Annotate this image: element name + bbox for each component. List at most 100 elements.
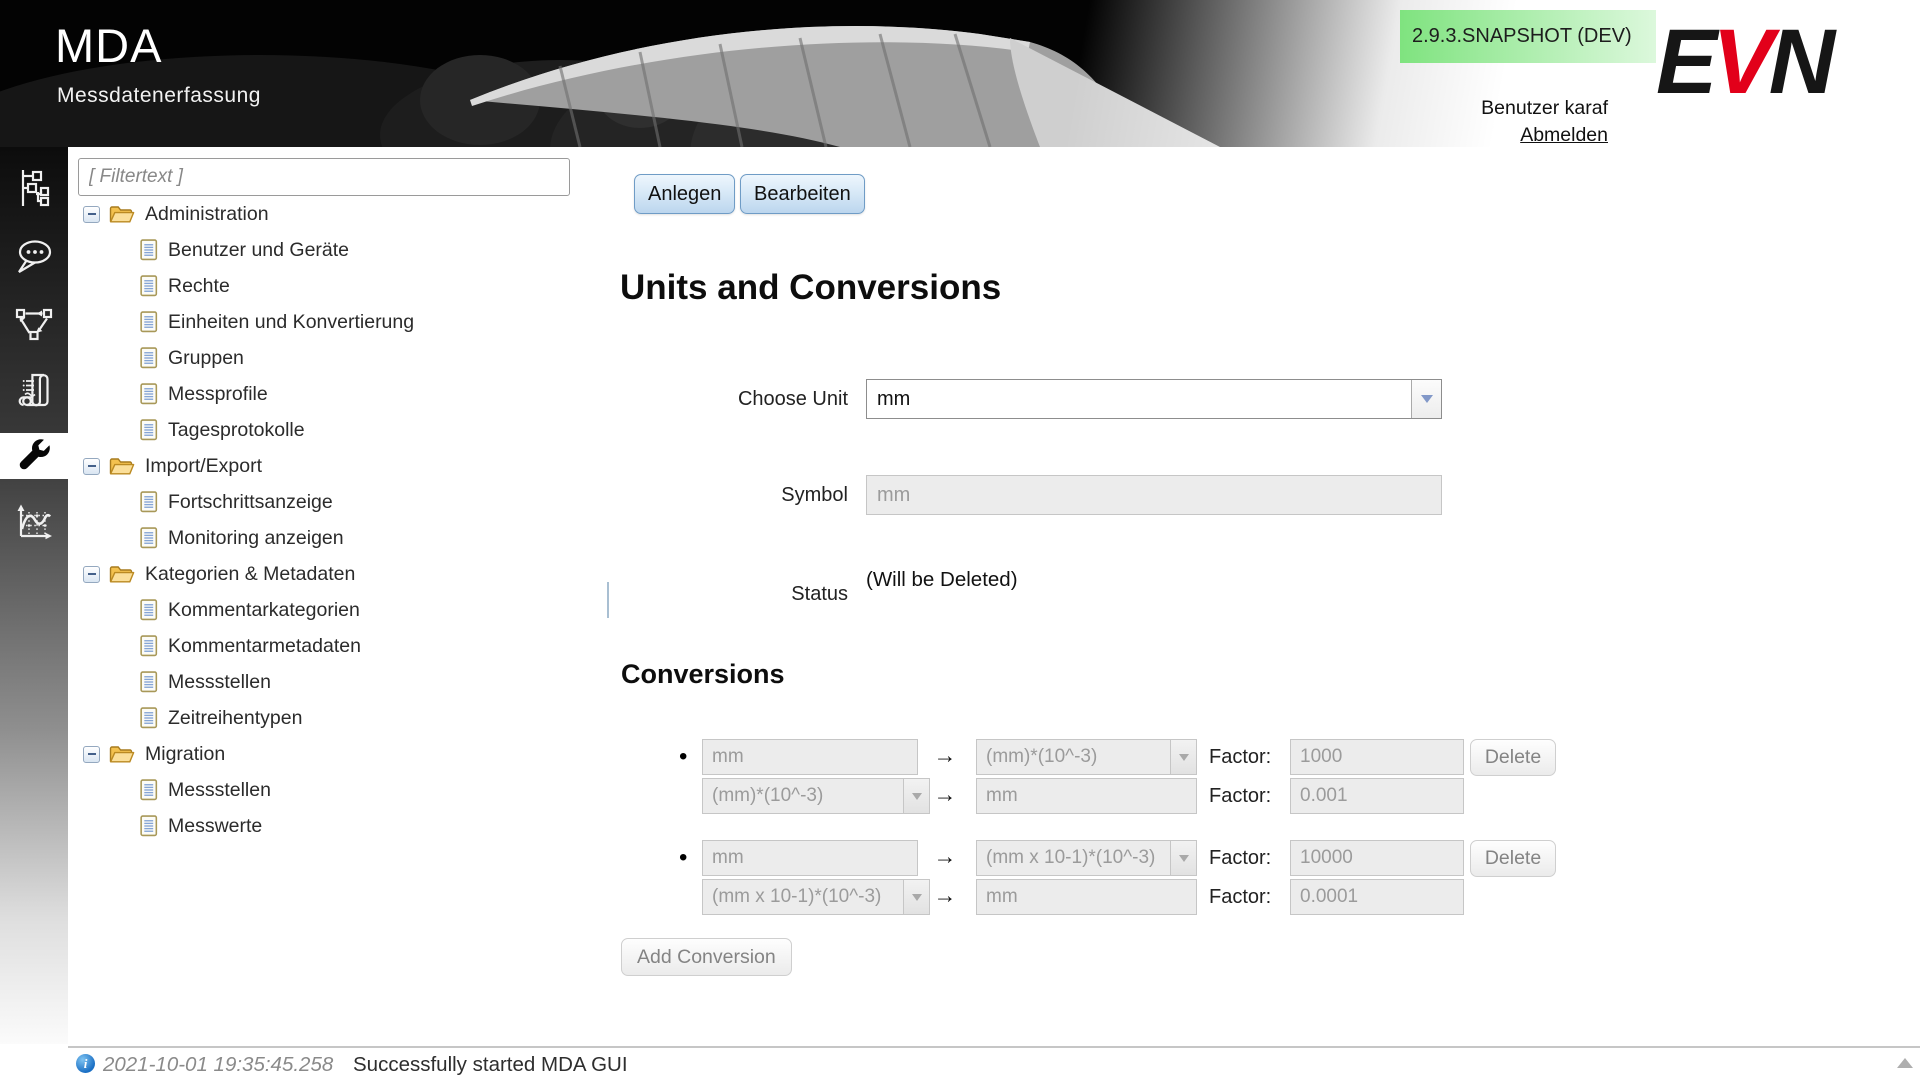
choose-unit-combobox[interactable]: mm (866, 379, 1442, 419)
add-conversion-button[interactable]: Add Conversion (621, 938, 792, 976)
factor-field: 1000 (1290, 739, 1464, 775)
arrow-right-icon: → (922, 742, 968, 769)
tree-folder-item[interactable]: Migration (68, 736, 608, 772)
chevron-down-icon (912, 793, 922, 800)
folder-open-icon (109, 204, 135, 224)
app-header: MDA Messdatenerfassung 2.9.3.SNAPSHOT (D… (0, 0, 1920, 147)
folder-open-icon (109, 744, 135, 764)
tree-doc-item[interactable]: Rechte (68, 268, 608, 304)
symbol-label: Symbol (568, 475, 848, 515)
collapse-toggle-icon[interactable] (83, 566, 100, 583)
conversions-title: Conversions (621, 659, 785, 690)
symbol-field: mm (866, 475, 1442, 515)
conversion-target-field: mm (976, 778, 1197, 814)
rail-item-hierarchy[interactable] (0, 165, 68, 211)
collapse-toggle-icon[interactable] (83, 206, 100, 223)
document-icon (140, 383, 158, 405)
comments-icon (14, 237, 54, 277)
chevron-down-icon (1179, 855, 1189, 862)
bullet-icon: • (679, 842, 687, 874)
conversion-forward-line: • mm → (mm)*(10^-3) Factor: 1000 Delete (621, 739, 1581, 775)
conversion-source-field: mm (702, 840, 918, 876)
factor-label: Factor: (1209, 778, 1271, 814)
tree-doc-item[interactable]: Messstellen (68, 664, 608, 700)
conversion-source-combobox: (mm x 10-1)*(10^-3) (702, 879, 930, 915)
tree-doc-item[interactable]: Gruppen (68, 340, 608, 376)
filter-input[interactable] (78, 158, 570, 196)
create-button[interactable]: Anlegen (634, 174, 735, 214)
version-badge: 2.9.3.SNAPSHOT (DEV) (1400, 10, 1656, 63)
conversion-target-combobox: (mm)*(10^-3) (976, 739, 1197, 775)
app-title: MDA (55, 18, 162, 73)
folder-open-icon (109, 456, 135, 476)
tree-doc-item[interactable]: Kommentarmetadaten (68, 628, 608, 664)
tree-doc-item[interactable]: Monitoring anzeigen (68, 520, 608, 556)
statusbar-message: Successfully started MDA GUI (353, 1053, 628, 1077)
edit-button[interactable]: Bearbeiten (740, 174, 865, 214)
delete-button[interactable]: Delete (1470, 840, 1556, 877)
conversions-list: • mm → (mm)*(10^-3) Factor: 1000 Delete … (621, 739, 1581, 941)
navigation-tree-panel: Administration Benutzer und Geräte Recht (68, 147, 608, 1044)
statusbar-timestamp: 2021-10-01 19:35:45.258 (103, 1053, 333, 1077)
factor-field: 0.001 (1290, 778, 1464, 814)
conversion-pair: • mm → (mm x 10-1)*(10^-3) Factor: 10000… (621, 840, 1581, 915)
arrow-right-icon: → (922, 843, 968, 870)
rail-item-charts[interactable] (0, 499, 68, 545)
document-icon (140, 779, 158, 801)
dropdown-arrow-button (1170, 841, 1196, 875)
chevron-down-icon (1179, 754, 1189, 761)
factor-field: 10000 (1290, 840, 1464, 876)
workflow-icon (14, 305, 54, 343)
info-icon: i (76, 1054, 95, 1073)
tree-doc-item[interactable]: Messwerte (68, 808, 608, 844)
statusbar-divider (68, 1046, 1920, 1048)
arrow-right-icon: → (922, 781, 968, 808)
tree-doc-item[interactable]: Kommentarkategorien (68, 592, 608, 628)
rail-item-comments[interactable] (0, 234, 68, 280)
document-icon (140, 311, 158, 333)
document-icon (140, 491, 158, 513)
conversion-forward-line: • mm → (mm x 10-1)*(10^-3) Factor: 10000… (621, 840, 1581, 876)
hierarchy-icon (14, 167, 54, 209)
status-label: Status (568, 574, 848, 614)
tree-doc-item[interactable]: Messstellen (68, 772, 608, 808)
document-icon (140, 599, 158, 621)
tree-doc-item[interactable]: Tagesprotokolle (68, 412, 608, 448)
resize-grip-icon[interactable] (1897, 1058, 1913, 1068)
arrow-right-icon: → (922, 882, 968, 909)
logout-link[interactable]: Abmelden (1380, 124, 1608, 147)
tree-doc-item[interactable]: Zeitreihentypen (68, 700, 608, 736)
conversion-backward-line: (mm x 10-1)*(10^-3) → mm Factor: 0.0001 (621, 879, 1581, 915)
choose-unit-value: mm (867, 380, 1411, 418)
conversion-backward-line: (mm)*(10^-3) → mm Factor: 0.001 (621, 778, 1581, 814)
factor-field: 0.0001 (1290, 879, 1464, 915)
rail-item-workflow[interactable] (0, 301, 68, 347)
document-icon (140, 707, 158, 729)
dropdown-arrow-button (1170, 740, 1196, 774)
document-icon (140, 671, 158, 693)
protocol-icon (14, 370, 54, 410)
tree-doc-item[interactable]: Benutzer und Geräte (68, 232, 608, 268)
rail-item-protocol[interactable] (0, 367, 68, 413)
factor-label: Factor: (1209, 840, 1271, 876)
dropdown-arrow-button[interactable] (1411, 380, 1441, 418)
document-icon (140, 635, 158, 657)
conversion-source-combobox: (mm)*(10^-3) (702, 778, 930, 814)
tree-folder-item[interactable]: Administration (68, 196, 608, 232)
tree-doc-item[interactable]: Einheiten und Konvertierung (68, 304, 608, 340)
rail-item-administration[interactable] (0, 433, 68, 479)
delete-button[interactable]: Delete (1470, 739, 1556, 776)
folder-open-icon (109, 564, 135, 584)
tree-doc-item[interactable]: Messprofile (68, 376, 608, 412)
tree-doc-item[interactable]: Fortschrittsanzeige (68, 484, 608, 520)
tree-folder-item[interactable]: Kategorien & Metadaten (68, 556, 608, 592)
evn-logo: EVN (1656, 12, 1830, 112)
collapse-toggle-icon[interactable] (83, 458, 100, 475)
factor-label: Factor: (1209, 739, 1271, 775)
collapse-toggle-icon[interactable] (83, 746, 100, 763)
tree-folder-item[interactable]: Import/Export (68, 448, 608, 484)
choose-unit-label: Choose Unit (568, 379, 848, 419)
conversion-target-combobox: (mm x 10-1)*(10^-3) (976, 840, 1197, 876)
conversion-pair: • mm → (mm)*(10^-3) Factor: 1000 Delete … (621, 739, 1581, 814)
icon-rail (0, 147, 68, 1044)
